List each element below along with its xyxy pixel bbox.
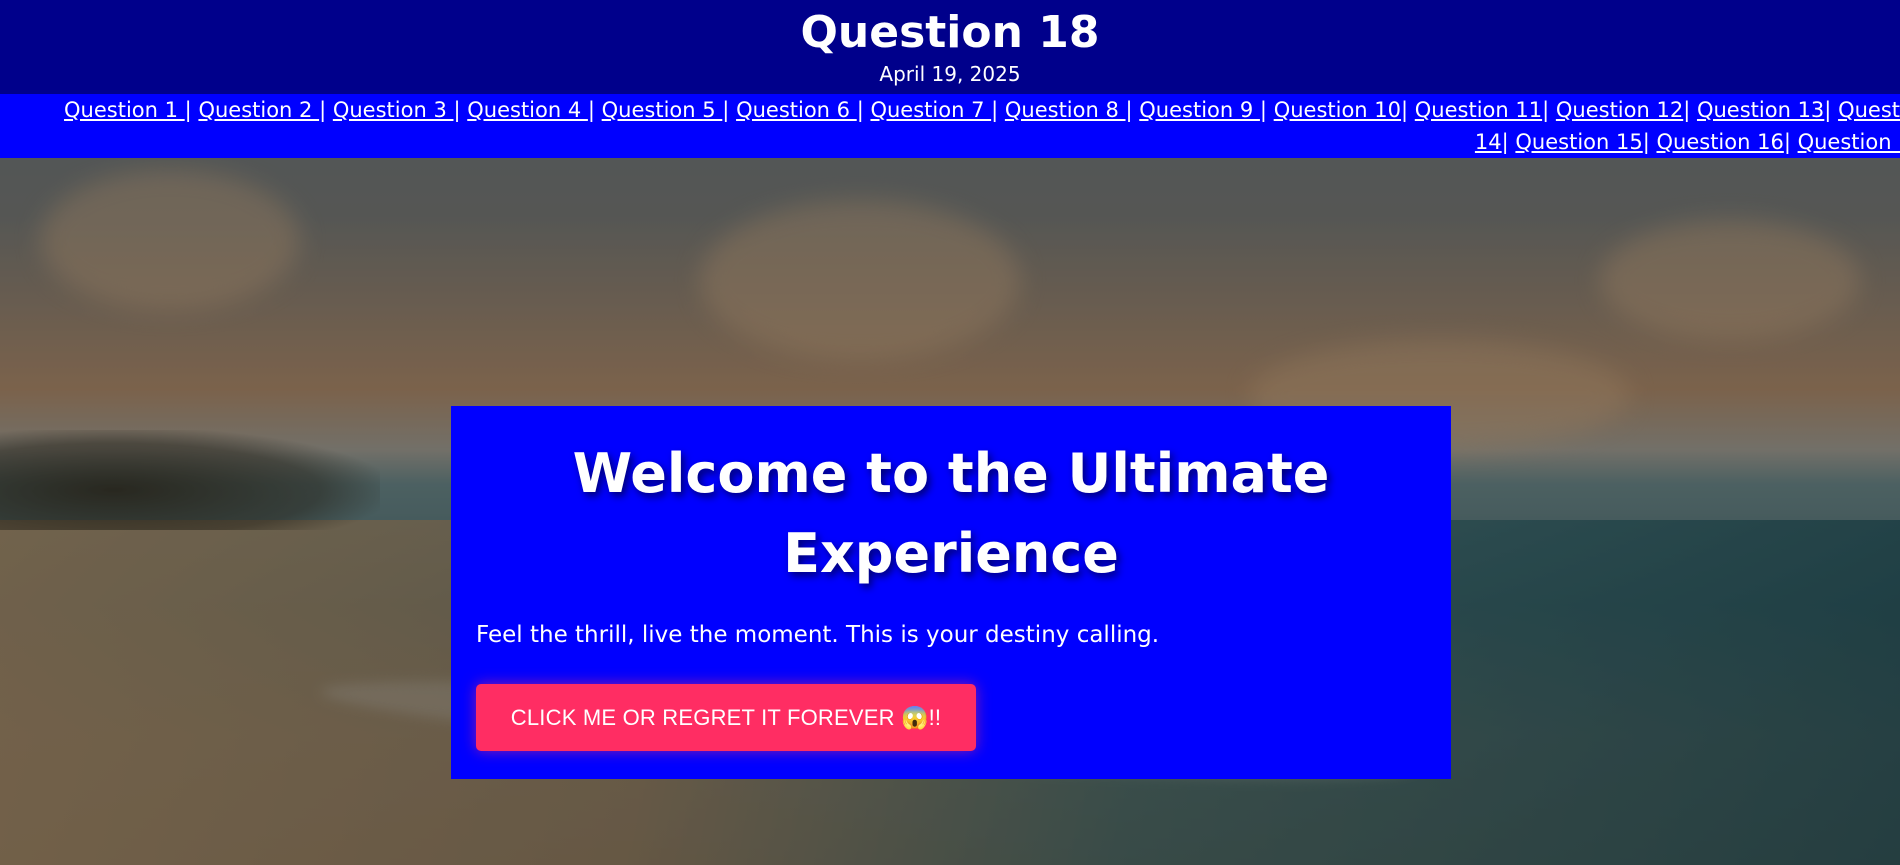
nav-separator: | [1501,130,1509,154]
nav-separator: | [1783,130,1791,154]
question-nav: Question 1 | Question 2 | Question 3 | Q… [0,94,1900,158]
nav-separator: | [319,98,327,122]
nav-separator: | [1683,98,1691,122]
nav-separator: | [1125,98,1133,122]
nav-link-question-9[interactable]: Question 9 [1139,98,1260,122]
hero-card: Welcome to the Ultimate Experience Feel … [451,406,1451,779]
nav-link-question-3[interactable]: Question 3 [333,98,454,122]
nav-link-question-16[interactable]: Question 16 [1657,130,1784,154]
nav-separator: | [1642,130,1650,154]
nav-link-question-13[interactable]: Question 13 [1697,98,1824,122]
nav-link-question-2[interactable]: Question 2 [198,98,319,122]
nav-separator: | [1824,98,1832,122]
nav-separator: | [1259,98,1267,122]
nav-link-question-1[interactable]: Question 1 [64,98,185,122]
hero-title: Welcome to the Ultimate Experience [572,442,1330,585]
page-header: Question 18 April 19, 2025 [0,0,1900,94]
nav-link-question-15[interactable]: Question 15 [1515,130,1642,154]
nav-link-question-6[interactable]: Question 6 [736,98,857,122]
question-nav-list: Question 1 | Question 2 | Question 3 | Q… [32,94,1900,158]
nav-separator: | [1401,98,1409,122]
nav-link-question-7[interactable]: Question 7 [870,98,991,122]
nav-separator: | [856,98,864,122]
nav-link-question-4[interactable]: Question 4 [467,98,588,122]
nav-link-question-17[interactable]: Question 17 [1798,130,1900,154]
nav-link-question-5[interactable]: Question 5 [602,98,723,122]
nav-separator: | [453,98,461,122]
nav-link-question-11[interactable]: Question 11 [1415,98,1542,122]
nav-separator: | [722,98,730,122]
page-date: April 19, 2025 [879,62,1021,86]
page: Question 18 April 19, 2025 Question 1 | … [0,0,1900,865]
nav-link-question-12[interactable]: Question 12 [1556,98,1683,122]
nav-link-question-10[interactable]: Question 10 [1274,98,1401,122]
nav-separator: | [991,98,999,122]
cta-button[interactable]: CLICK ME OR REGRET IT FOREVER 😱!! [476,684,976,751]
nav-separator: | [1542,98,1550,122]
page-title: Question 18 [800,7,1100,58]
nav-separator: | [184,98,192,122]
nav-link-question-8[interactable]: Question 8 [1005,98,1126,122]
hero-text: Feel the thrill, live the moment. This i… [476,622,1160,648]
nav-separator: | [587,98,595,122]
